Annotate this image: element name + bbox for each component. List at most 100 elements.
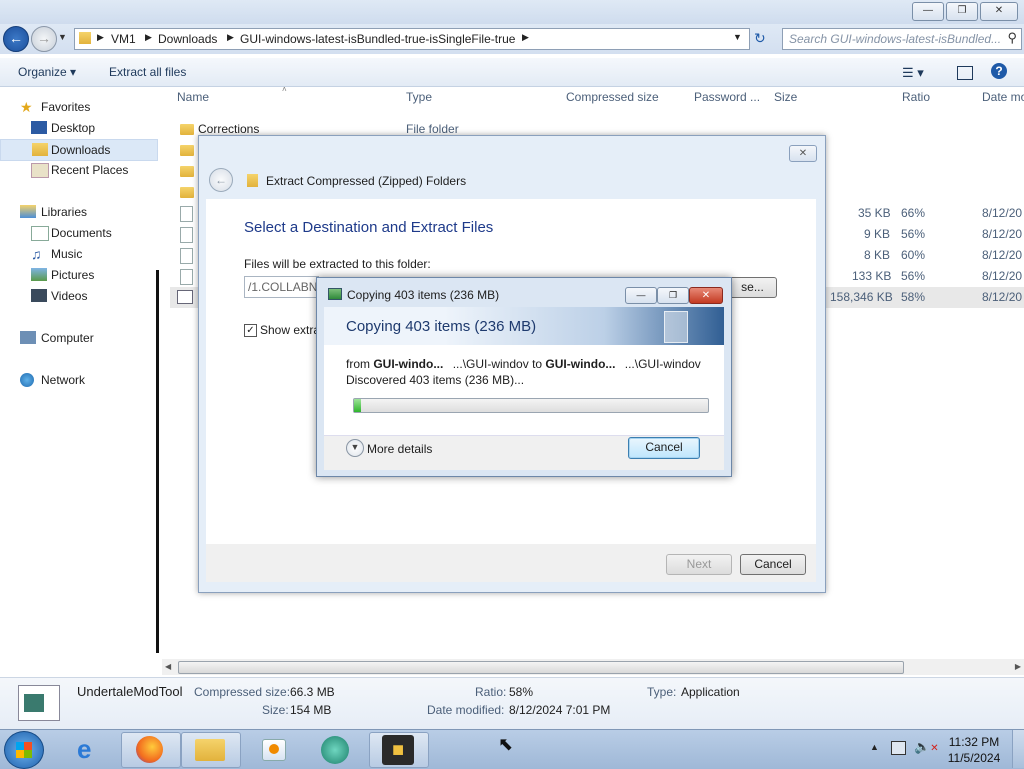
nav-videos[interactable]: Videos (0, 286, 156, 306)
horizontal-scrollbar[interactable]: ◀ ▶ (162, 659, 1024, 675)
search-icon[interactable]: ⚲ (1007, 30, 1017, 46)
view-options-icon[interactable]: ☰ ▾ (902, 65, 924, 81)
pane-splitter[interactable] (156, 270, 159, 653)
browse-button[interactable]: se... (728, 277, 777, 298)
start-button[interactable] (4, 731, 44, 769)
nav-videos-label: Videos (51, 289, 88, 303)
to-name: GUI-windo... (545, 357, 616, 371)
column-ratio[interactable]: Ratio (902, 90, 930, 110)
action-center-icon[interactable] (891, 741, 906, 755)
ratio-value: 58% (509, 685, 534, 699)
address-bar[interactable]: ▶ VM1 ▶ Downloads ▶ GUI-windows-latest-i… (74, 28, 750, 50)
destination-input[interactable]: /1.COLLABN (244, 276, 319, 298)
taskbar-media-app[interactable] (308, 732, 366, 766)
file-date: 8/12/20 (982, 248, 1023, 262)
nav-libraries[interactable]: Libraries (0, 202, 156, 222)
copy-dialog-body: from GUI-windo... ...\GUI-windov to GUI-… (324, 345, 724, 470)
minimize-button[interactable]: — (912, 2, 944, 21)
type-value: Application (681, 685, 740, 699)
column-password[interactable]: Password ... (694, 90, 760, 110)
show-hidden-icons[interactable]: ▲ (870, 742, 879, 752)
computer-icon (20, 331, 36, 344)
chevron-right-icon[interactable]: ▶ (145, 32, 152, 43)
column-type[interactable]: Type (406, 90, 432, 110)
nav-recent-places[interactable]: Recent Places (0, 160, 156, 180)
libraries-icon (20, 205, 36, 218)
show-desktop-button[interactable] (1012, 730, 1024, 768)
file-size: 35 KB (858, 206, 891, 220)
column-date-modified[interactable]: Date mo (982, 90, 1024, 110)
recent-pages-chevron-icon[interactable]: ▼ (58, 32, 67, 42)
copy-minimize-button[interactable]: — (625, 287, 657, 304)
nav-music[interactable]: ♫ Music (0, 244, 156, 264)
back-button[interactable]: ← (3, 26, 29, 52)
address-dropdown-icon[interactable]: ▼ (733, 32, 742, 42)
taskbar-media-player[interactable] (244, 732, 302, 766)
copy-from-to-line: from GUI-windo... ...\GUI-windov to GUI-… (346, 357, 706, 371)
sort-ascending-icon: ˄ (282, 85, 287, 94)
copy-maximize-button[interactable]: ❐ (657, 287, 689, 304)
file-name: Corrections (198, 122, 260, 136)
forward-button[interactable]: → (31, 26, 57, 52)
nav-music-label: Music (51, 247, 83, 261)
taskbar-firefox[interactable] (121, 732, 181, 768)
show-extracted-checkbox[interactable]: ✓ (244, 324, 257, 337)
maximize-button[interactable]: ❐ (946, 2, 978, 21)
search-input[interactable]: Search GUI-windows-latest-isBundled... ⚲ (782, 28, 1022, 50)
desktop-icon (31, 121, 47, 134)
wizard-footer: Next Cancel (206, 544, 816, 582)
nav-downloads[interactable]: Downloads (0, 139, 158, 161)
to-path: ...\GUI-windov (624, 357, 701, 371)
taskbar-undertalemodtool[interactable]: ■ (369, 732, 429, 768)
scroll-right-icon[interactable]: ▶ (1015, 662, 1021, 671)
breadcrumb-current-folder[interactable]: GUI-windows-latest-isBundled-true-isSing… (240, 32, 515, 46)
folder-icon (180, 124, 194, 135)
zip-folder-icon (247, 174, 258, 187)
explorer-title-bar: — ❐ ✕ (0, 0, 1024, 24)
chevron-right-icon[interactable]: ▶ (227, 32, 234, 43)
nav-documents[interactable]: Documents (0, 223, 156, 243)
column-size[interactable]: Size (774, 90, 797, 110)
nav-computer[interactable]: Computer (0, 328, 156, 348)
application-icon-inner (24, 694, 44, 712)
nav-desktop[interactable]: Desktop (0, 118, 156, 138)
taskbar-explorer[interactable] (181, 732, 241, 768)
column-name[interactable]: Name (177, 90, 209, 110)
recent-places-icon (31, 163, 49, 178)
volume-muted-icon[interactable]: 🔈✕ (914, 739, 939, 755)
file-ratio: 58% (901, 290, 926, 304)
scroll-thumb[interactable] (178, 661, 904, 674)
videos-icon (31, 289, 47, 302)
copy-close-button[interactable]: ✕ (689, 287, 723, 304)
breadcrumb-downloads[interactable]: Downloads (158, 32, 217, 46)
wizard-close-button[interactable]: ✕ (789, 145, 817, 162)
nav-favorites[interactable]: ★ Favorites (0, 97, 156, 117)
chevron-right-icon[interactable]: ▶ (522, 32, 529, 43)
taskbar-internet-explorer[interactable]: e (62, 732, 120, 766)
next-button[interactable]: Next (666, 554, 732, 575)
caption-buttons: — ❐ ✕ (912, 2, 1018, 21)
organize-menu[interactable]: Organize ▾ (18, 65, 76, 79)
column-compressed-size[interactable]: Compressed size (566, 90, 659, 110)
copy-cancel-button[interactable]: Cancel (628, 437, 700, 459)
size-label: Size: (262, 703, 289, 717)
details-pane: UndertaleModTool Compressed size: 66.3 M… (0, 677, 1024, 730)
preview-pane-icon[interactable] (957, 66, 973, 80)
close-button[interactable]: ✕ (980, 2, 1018, 21)
nav-network[interactable]: Network (0, 370, 156, 390)
more-details-toggle[interactable]: More details (367, 442, 432, 456)
wizard-back-button[interactable]: ← (209, 168, 233, 192)
file-date: 8/12/20 (982, 206, 1023, 220)
media-player-icon (262, 739, 286, 761)
expand-chevron-icon[interactable]: ▼ (346, 439, 364, 457)
scroll-left-icon[interactable]: ◀ (165, 662, 171, 671)
nav-libraries-label: Libraries (41, 205, 88, 219)
breadcrumb-vm1[interactable]: VM1 (111, 32, 136, 46)
refresh-icon[interactable]: ↻ (754, 30, 766, 47)
help-icon[interactable]: ? (991, 63, 1007, 79)
extract-all-button[interactable]: Extract all files (109, 65, 186, 79)
wizard-cancel-button[interactable]: Cancel (740, 554, 806, 575)
chevron-right-icon[interactable]: ▶ (97, 32, 104, 43)
clock[interactable]: 11:32 PM 11/5/2024 (942, 735, 1006, 765)
nav-pictures[interactable]: Pictures (0, 265, 156, 285)
